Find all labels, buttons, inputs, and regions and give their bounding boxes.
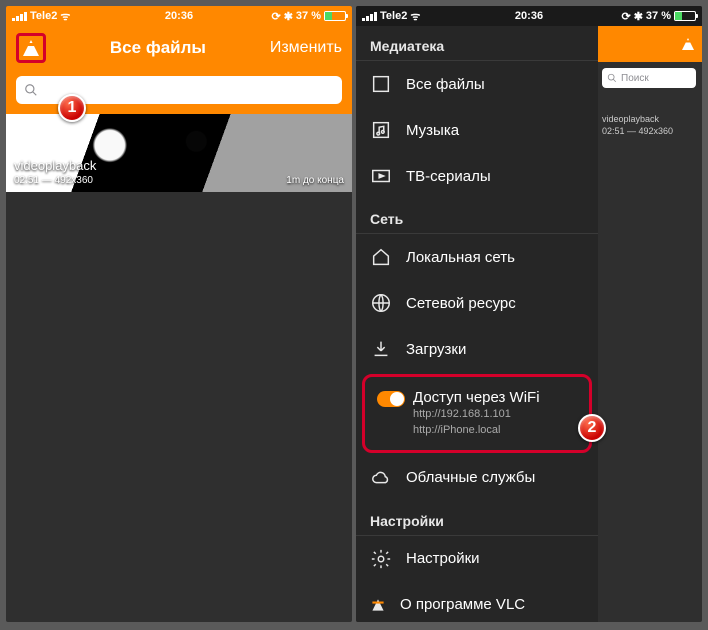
globe-icon bbox=[370, 292, 392, 314]
menu-about[interactable]: О программе VLC bbox=[356, 582, 598, 623]
tv-icon bbox=[370, 165, 392, 187]
screenshot-right: Tele2ᯤ 20:36 ⟳✱37 % Поиск videoplayback0… bbox=[356, 6, 702, 622]
search-icon bbox=[24, 83, 38, 97]
peek-video-meta: 02:51 — 492x360 bbox=[602, 126, 696, 138]
wifi-url-1: http://192.168.1.101 bbox=[413, 408, 511, 422]
search-input-peek[interactable]: Поиск bbox=[602, 68, 696, 88]
wifi-title: Доступ через WiFi bbox=[413, 389, 540, 406]
video-remaining: 1m до конца bbox=[286, 175, 344, 186]
carrier: Tele2 bbox=[30, 10, 57, 22]
menu-local-network[interactable]: Локальная сеть bbox=[356, 234, 598, 280]
background-content: Поиск videoplayback02:51 — 492x360 bbox=[596, 26, 702, 141]
menu-cloud[interactable]: Облачные службы bbox=[356, 455, 598, 501]
callout-badge-2: 2 bbox=[578, 414, 606, 442]
video-meta: 02:51 — 492x360 bbox=[14, 175, 93, 186]
gear-icon bbox=[370, 548, 392, 570]
battery-pct: 37 % bbox=[296, 10, 321, 22]
menu-network-resource[interactable]: Сетевой ресурс bbox=[356, 280, 598, 326]
clock: 20:36 bbox=[515, 10, 543, 22]
menu-button[interactable] bbox=[16, 33, 46, 63]
section-settings: Настройки bbox=[356, 501, 598, 536]
header: Все файлы Изменить bbox=[6, 26, 352, 70]
home-icon bbox=[370, 246, 392, 268]
page-title: Все файлы bbox=[110, 38, 206, 58]
screenshot-left: Tele2ᯤ 20:36 ⟳✱37 % Все файлы Изменить 1… bbox=[6, 6, 352, 622]
music-icon bbox=[370, 119, 392, 141]
menu-all-files[interactable]: Все файлы bbox=[356, 61, 598, 107]
wifi-toggle[interactable] bbox=[377, 391, 405, 407]
battery-pct: 37 % bbox=[646, 10, 671, 22]
video-item[interactable]: videoplayback 02:51 — 492x360 1m до конц… bbox=[6, 114, 352, 192]
carrier: Tele2 bbox=[380, 10, 407, 22]
section-media: Медиатека bbox=[356, 26, 598, 61]
menu-tv[interactable]: ТВ-сериалы bbox=[356, 153, 598, 199]
side-menu: Медиатека Все файлы Музыка ТВ-сериалы Се… bbox=[356, 26, 598, 622]
status-bar: Tele2ᯤ 20:36 ⟳✱37 % bbox=[356, 6, 702, 26]
vlc-cone-icon bbox=[23, 40, 39, 56]
edit-button[interactable]: Изменить bbox=[270, 39, 342, 57]
wifi-url-2: http://iPhone.local bbox=[413, 424, 500, 438]
menu-wifi-access[interactable]: Доступ через WiFi http://192.168.1.101 h… bbox=[365, 377, 589, 450]
menu-settings[interactable]: Настройки bbox=[356, 536, 598, 582]
clock: 20:36 bbox=[165, 10, 193, 22]
vlc-cone-icon bbox=[372, 599, 383, 610]
callout-badge-1: 1 bbox=[58, 94, 86, 122]
status-bar: Tele2ᯤ 20:36 ⟳✱37 % bbox=[6, 6, 352, 26]
menu-music[interactable]: Музыка bbox=[356, 107, 598, 153]
section-network: Сеть bbox=[356, 199, 598, 234]
peek-video-title: videoplayback bbox=[602, 114, 696, 126]
download-icon bbox=[370, 338, 392, 360]
video-title: videoplayback bbox=[14, 158, 344, 173]
files-icon bbox=[370, 73, 392, 95]
cloud-icon bbox=[370, 467, 392, 489]
vlc-cone-icon bbox=[682, 38, 694, 50]
menu-downloads[interactable]: Загрузки bbox=[356, 326, 598, 372]
wifi-highlight: Доступ через WiFi http://192.168.1.101 h… bbox=[362, 374, 592, 453]
